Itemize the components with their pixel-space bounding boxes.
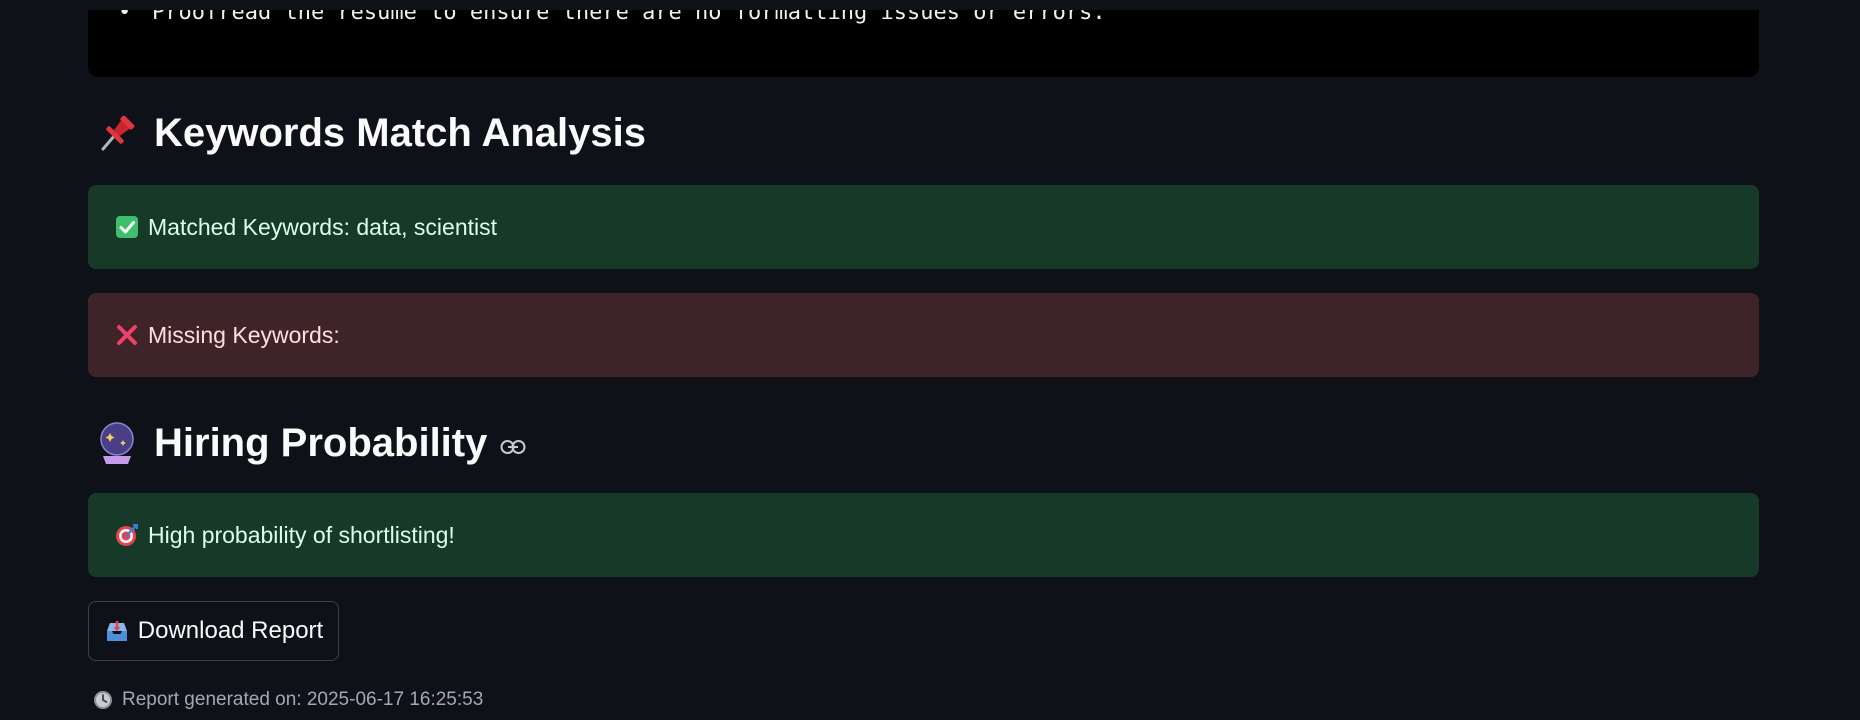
download-report-label: Download Report xyxy=(137,617,324,644)
hiring-probability-text: High probability of shortlisting! xyxy=(148,521,455,548)
keywords-heading-text: Keywords Match Analysis xyxy=(154,110,647,155)
matched-keywords-alert: Matched Keywords: data, scientist xyxy=(88,185,1759,269)
download-report-button[interactable]: Download Report xyxy=(88,601,339,661)
report-timestamp-text: Report generated on: 2025-06-17 16:25:53 xyxy=(122,689,484,710)
check-mark-button-icon xyxy=(114,214,140,240)
inbox-tray-icon xyxy=(104,618,130,644)
cross-mark-icon xyxy=(114,322,140,348)
direct-hit-icon xyxy=(114,522,140,548)
hiring-heading-text: Hiring Probability xyxy=(154,420,488,465)
hiring-heading: Hiring Probability xyxy=(92,418,527,468)
code-block: • Proofread the resume to ensure there ar… xyxy=(88,0,1759,77)
pushpin-icon xyxy=(92,108,142,158)
matched-keywords-text: Matched Keywords: data, scientist xyxy=(148,213,497,240)
link-icon[interactable] xyxy=(499,433,527,461)
keywords-heading: Keywords Match Analysis xyxy=(92,108,646,158)
hiring-probability-alert: High probability of shortlisting! xyxy=(88,493,1759,577)
clock-icon xyxy=(92,689,114,711)
report-page: • Proofread the resume to ensure there ar… xyxy=(0,0,1860,720)
report-timestamp: Report generated on: 2025-06-17 16:25:53 xyxy=(92,689,483,711)
missing-keywords-text: Missing Keywords: xyxy=(148,321,340,348)
code-block-top-edge xyxy=(88,0,1759,10)
crystal-ball-icon xyxy=(92,418,142,468)
missing-keywords-alert: Missing Keywords: xyxy=(88,293,1759,377)
